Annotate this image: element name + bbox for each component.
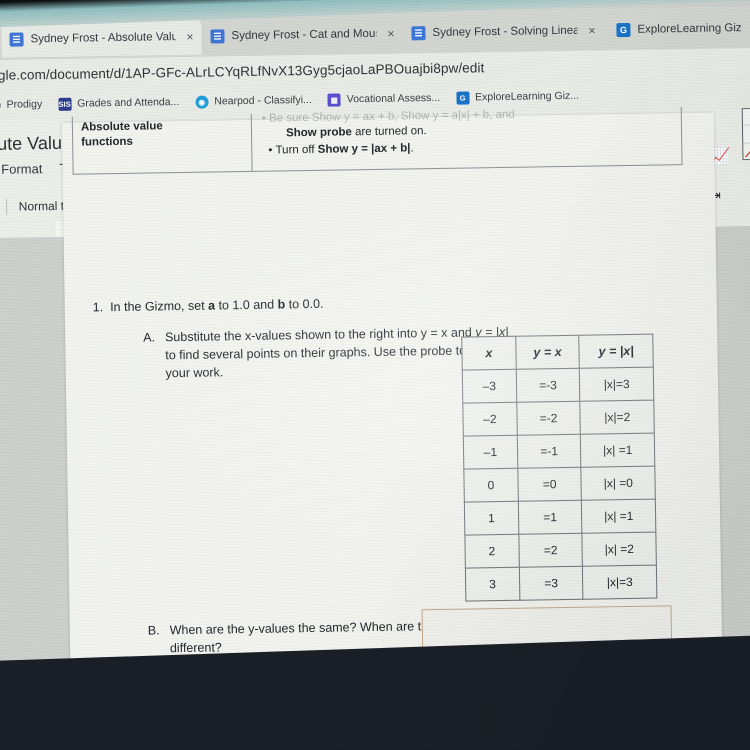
bookmark-grades[interactable]: SIS Grades and Attenda... bbox=[58, 96, 179, 111]
cell-x: 1 bbox=[464, 501, 519, 536]
gizmo-icon: G bbox=[616, 22, 631, 38]
cell-y-absx[interactable]: |x|=3 bbox=[582, 565, 657, 600]
cell-x: –3 bbox=[462, 369, 517, 404]
docs-icon: ☰ bbox=[210, 29, 225, 44]
bookmark-label: Nearpod - Classifyi... bbox=[214, 93, 312, 108]
bookmark-label: Grades and Attenda... bbox=[77, 96, 180, 110]
cell-y-x[interactable]: =0 bbox=[517, 467, 582, 502]
part-letter: B. bbox=[147, 623, 160, 638]
docs-icon: ☰ bbox=[9, 32, 24, 47]
question-1-part-a: A. Substitute the x-values shown to the … bbox=[143, 323, 514, 383]
table-row[interactable]: –2 =-2 |x|=2 bbox=[462, 400, 655, 437]
cell-y-absx[interactable]: |x|=3 bbox=[579, 367, 654, 402]
table-row[interactable]: 2 =2 |x| =2 bbox=[464, 532, 657, 569]
cell-y-x[interactable]: =3 bbox=[519, 566, 584, 601]
cell-y-x[interactable]: =-2 bbox=[516, 401, 581, 436]
header-y-equals-x: y = x bbox=[515, 335, 580, 370]
bookmark-label: ExploreLearning Giz... bbox=[475, 89, 580, 104]
header-y-equals-abs-x: y = |x| bbox=[579, 334, 654, 369]
part-letter: A. bbox=[143, 330, 156, 345]
document-page[interactable]: Absolute value functions • Be sure Show … bbox=[61, 106, 750, 683]
cell-y-x[interactable]: =1 bbox=[518, 500, 583, 535]
cell-y-absx[interactable]: |x|=2 bbox=[580, 400, 655, 435]
vocational-icon: ▦ bbox=[327, 92, 341, 107]
graph-svg: -5 -4 2 bbox=[742, 110, 750, 158]
values-table: x y = x y = |x| –3 =-3 |x|=3 –2 =-2 |x|=… bbox=[461, 334, 657, 602]
cell-y-absx[interactable]: |x| =1 bbox=[581, 499, 656, 534]
instruction-bullet-line2: Show probe are turned on. bbox=[285, 125, 427, 140]
browser-tab-4[interactable]: G ExploreLearning Giz bbox=[608, 10, 750, 49]
cell-y-absx[interactable]: |x| =2 bbox=[582, 532, 657, 567]
bookmark-prodigy[interactable]: ● Prodigy bbox=[0, 98, 42, 112]
table-header-row: x y = x y = |x| bbox=[461, 334, 654, 371]
part-a-line1: Substitute the x-values shown to the rig… bbox=[164, 325, 448, 345]
cell-y-x[interactable]: =-3 bbox=[515, 368, 581, 403]
question-number: 1. bbox=[92, 300, 104, 315]
tab-title: Sydney Frost - Cat and Mous bbox=[231, 27, 377, 43]
top-table-right-cell: • Be sure Show y = ax + b, Show y = a|x|… bbox=[251, 106, 750, 172]
browser-tab-3[interactable]: ☰ Sydney Frost - Solving Linear × bbox=[403, 12, 604, 51]
question-1: 1. In the Gizmo, set a to 1.0 and b to 0… bbox=[92, 296, 324, 315]
cell-y-absx[interactable]: |x| =1 bbox=[580, 433, 655, 468]
url-text: google.com/document/d/1AP-GFc-ALrLCYqRLf… bbox=[0, 59, 485, 83]
table-row[interactable]: –1 =-1 |x| =1 bbox=[463, 433, 655, 470]
bookmark-label: Vocational Assess... bbox=[346, 91, 441, 106]
tab-title: ExploreLearning Giz bbox=[637, 22, 742, 36]
table-row[interactable]: 1 =1 |x| =1 bbox=[464, 499, 656, 536]
close-icon[interactable]: × bbox=[588, 23, 595, 37]
top-table-left-cell: Absolute value functions bbox=[71, 113, 253, 175]
table-row[interactable]: 0 =0 |x| =0 bbox=[463, 466, 656, 503]
bookmark-nearpod[interactable]: ◉ Nearpod - Classifyi... bbox=[195, 93, 312, 109]
photographed-screen: × ☰ Sydney Frost - Absolute Valu × ☰ Syd… bbox=[0, 0, 750, 750]
nearpod-icon: ◉ bbox=[195, 95, 209, 109]
instruction-bullet-2: • Turn off Show y = |ax + b|. bbox=[268, 142, 414, 157]
screen-surface: × ☰ Sydney Frost - Absolute Valu × ☰ Syd… bbox=[0, 0, 750, 750]
mini-graph-image: -5 -4 2 bbox=[741, 106, 750, 161]
cell-x: 3 bbox=[465, 567, 520, 602]
part-b-line1: When are the y-values the same? When are… bbox=[169, 618, 442, 638]
header-x: x bbox=[461, 336, 516, 371]
cell-x: 2 bbox=[464, 534, 520, 569]
prodigy-icon: ● bbox=[0, 98, 1, 112]
menu-format[interactable]: Format bbox=[1, 161, 42, 177]
gizmo-icon: G bbox=[456, 90, 470, 105]
browser-tab-2[interactable]: ☰ Sydney Frost - Cat and Mous × bbox=[202, 15, 403, 54]
tab-title: Sydney Frost - Solving Linear bbox=[432, 24, 578, 40]
cell-y-x[interactable]: =-1 bbox=[516, 434, 582, 469]
docs-icon: ☰ bbox=[411, 26, 426, 41]
cell-x: –2 bbox=[462, 402, 517, 437]
cell-y-x[interactable]: =2 bbox=[518, 533, 583, 568]
close-icon[interactable]: × bbox=[186, 30, 193, 44]
divider bbox=[5, 198, 7, 215]
worksheet-top-table: Absolute value functions • Be sure Show … bbox=[71, 106, 750, 175]
cell-y-absx[interactable]: |x| =0 bbox=[581, 466, 656, 501]
bookmark-gizmo[interactable]: G ExploreLearning Giz... bbox=[456, 89, 580, 105]
cell-x: 0 bbox=[463, 468, 519, 503]
sis-icon: SIS bbox=[58, 97, 72, 111]
table-row[interactable]: –3 =-3 |x|=3 bbox=[462, 367, 654, 404]
cell-x: –1 bbox=[463, 435, 518, 470]
table-row[interactable]: 3 =3 |x|=3 bbox=[465, 565, 657, 602]
bookmark-vocational[interactable]: ▦ Vocational Assess... bbox=[327, 91, 441, 107]
absolute-value-heading: Absolute value functions bbox=[80, 120, 163, 149]
tab-title: Sydney Frost - Absolute Valu bbox=[30, 31, 176, 46]
zoom-dropdown[interactable]: % ▼ bbox=[0, 200, 1, 215]
close-icon[interactable]: × bbox=[387, 27, 394, 41]
bookmark-label: Prodigy bbox=[6, 98, 43, 111]
